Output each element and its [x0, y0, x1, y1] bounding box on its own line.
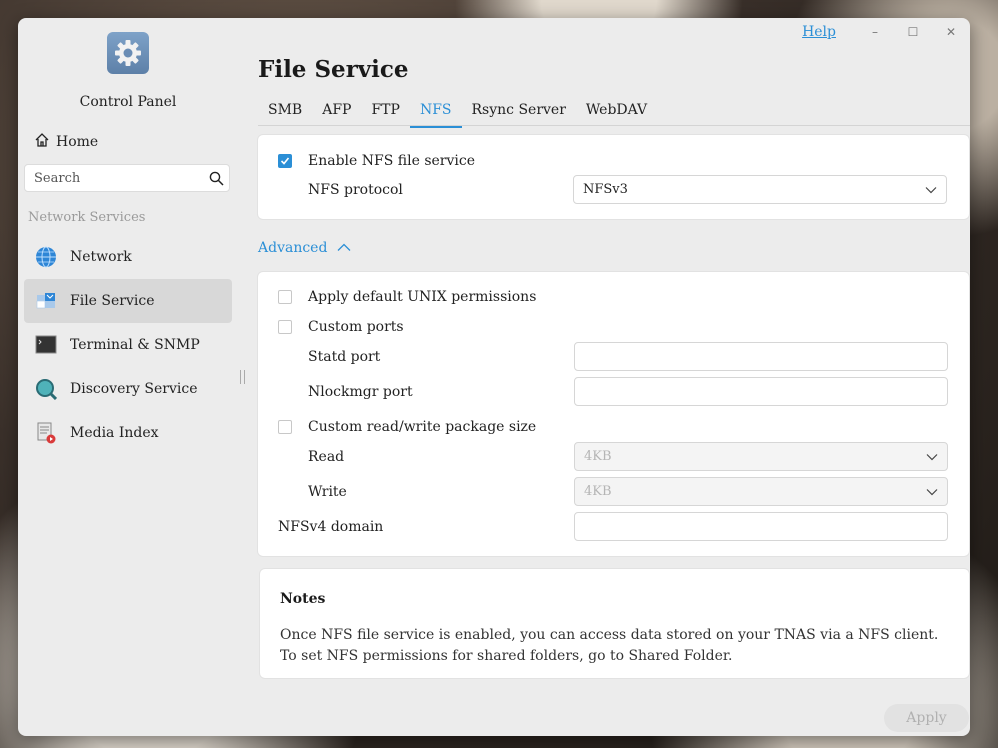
package-size-checkbox[interactable] — [278, 420, 292, 434]
chevron-down-icon — [926, 486, 938, 498]
advanced-toggle[interactable]: Advanced — [258, 240, 351, 256]
sidebar-item-file-service[interactable]: File Service — [24, 279, 232, 323]
sidebar-item-network[interactable]: Network — [24, 235, 232, 279]
file-service-icon — [34, 289, 58, 313]
apply-button[interactable]: Apply — [884, 704, 969, 732]
chevron-up-icon — [337, 240, 351, 256]
statd-port-label: Statd port — [308, 349, 381, 365]
nfs-protocol-value: NFSv3 — [583, 182, 628, 197]
home-icon — [34, 132, 50, 152]
titlebar-controls: Help – ☐ ✕ — [802, 22, 970, 42]
custom-ports-row: Custom ports — [278, 319, 404, 335]
search-box — [24, 164, 230, 192]
tab-ftp[interactable]: FTP — [361, 100, 409, 126]
page-title: File Service — [258, 56, 409, 83]
home-link[interactable]: Home — [34, 132, 98, 152]
tab-webdav[interactable]: WebDAV — [576, 100, 657, 126]
app-name: Control Panel — [79, 94, 177, 110]
nlockmgr-port-input[interactable] — [574, 377, 948, 406]
section-label: Network Services — [28, 210, 146, 225]
nfs-protocol-label: NFS protocol — [308, 182, 403, 198]
nlockmgr-port-label: Nlockmgr port — [308, 384, 413, 400]
enable-nfs-checkbox[interactable] — [278, 154, 292, 168]
sidebar-item-label: Media Index — [70, 425, 159, 441]
globe-icon — [34, 245, 58, 269]
custom-ports-label: Custom ports — [308, 319, 404, 335]
nfsv4-domain-input[interactable] — [574, 512, 948, 541]
write-size-select[interactable]: 4KB — [574, 477, 948, 506]
enable-nfs-label: Enable NFS file service — [308, 153, 475, 169]
sidebar-item-discovery-service[interactable]: Discovery Service — [24, 367, 232, 411]
package-size-label: Custom read/write package size — [308, 419, 537, 435]
media-index-icon — [34, 421, 58, 445]
write-size-value: 4KB — [584, 484, 612, 499]
package-size-row: Custom read/write package size — [278, 419, 536, 435]
sidebar-item-label: Discovery Service — [70, 381, 198, 397]
unix-perm-row: Apply default UNIX permissions — [278, 289, 536, 305]
sidebar-item-label: Terminal & SNMP — [70, 337, 200, 353]
sidebar-nav: Network File Service Terminal & SNMP Dis… — [24, 235, 232, 455]
chevron-down-icon — [925, 184, 937, 196]
home-label: Home — [56, 134, 99, 150]
tab-rsync-server[interactable]: Rsync Server — [462, 100, 576, 126]
close-button[interactable]: ✕ — [932, 25, 970, 39]
custom-ports-checkbox[interactable] — [278, 320, 292, 334]
tab-afp[interactable]: AFP — [312, 100, 361, 126]
statd-port-input[interactable] — [574, 342, 948, 371]
nfs-advanced-card: Apply default UNIX permissions Custom po… — [258, 272, 969, 556]
chevron-down-icon — [926, 451, 938, 463]
tab-bar: SMB AFP FTP NFS Rsync Server WebDAV — [258, 100, 657, 128]
sidebar: Control Panel Home Network Services Netw… — [18, 18, 246, 736]
notes-card: Notes Once NFS file service is enabled, … — [260, 569, 969, 678]
sidebar-item-terminal-snmp[interactable]: Terminal & SNMP — [24, 323, 232, 367]
nfs-protocol-select[interactable]: NFSv3 — [573, 175, 947, 204]
read-size-select[interactable]: 4KB — [574, 442, 948, 471]
sidebar-item-label: File Service — [70, 293, 155, 309]
help-link[interactable]: Help — [802, 24, 836, 40]
magnifier-icon — [34, 377, 58, 401]
nfsv4-domain-label: NFSv4 domain — [278, 519, 384, 535]
notes-body: Once NFS file service is enabled, you ca… — [280, 627, 939, 664]
terminal-icon — [34, 333, 58, 357]
tab-nfs[interactable]: NFS — [409, 100, 462, 128]
sidebar-resize-handle[interactable] — [240, 370, 245, 384]
unix-perm-checkbox[interactable] — [278, 290, 292, 304]
search-icon[interactable] — [203, 171, 229, 186]
control-panel-gear-icon — [107, 32, 149, 74]
advanced-label: Advanced — [258, 240, 328, 256]
notes-title: Notes — [280, 591, 326, 607]
read-label: Read — [308, 449, 345, 465]
read-size-value: 4KB — [584, 449, 612, 464]
tabs-divider — [258, 125, 970, 126]
control-panel-window: Control Panel Home Network Services Netw… — [18, 18, 970, 736]
maximize-button[interactable]: ☐ — [894, 25, 932, 39]
tab-smb[interactable]: SMB — [258, 100, 312, 126]
write-label: Write — [308, 484, 347, 500]
search-input[interactable] — [32, 169, 203, 187]
enable-nfs-row: Enable NFS file service — [278, 153, 475, 169]
sidebar-item-media-index[interactable]: Media Index — [24, 411, 232, 455]
minimize-button[interactable]: – — [856, 25, 894, 39]
unix-perm-label: Apply default UNIX permissions — [308, 289, 537, 305]
sidebar-item-label: Network — [70, 249, 132, 265]
nfs-basic-card: Enable NFS file service NFS protocol NFS… — [258, 135, 969, 219]
